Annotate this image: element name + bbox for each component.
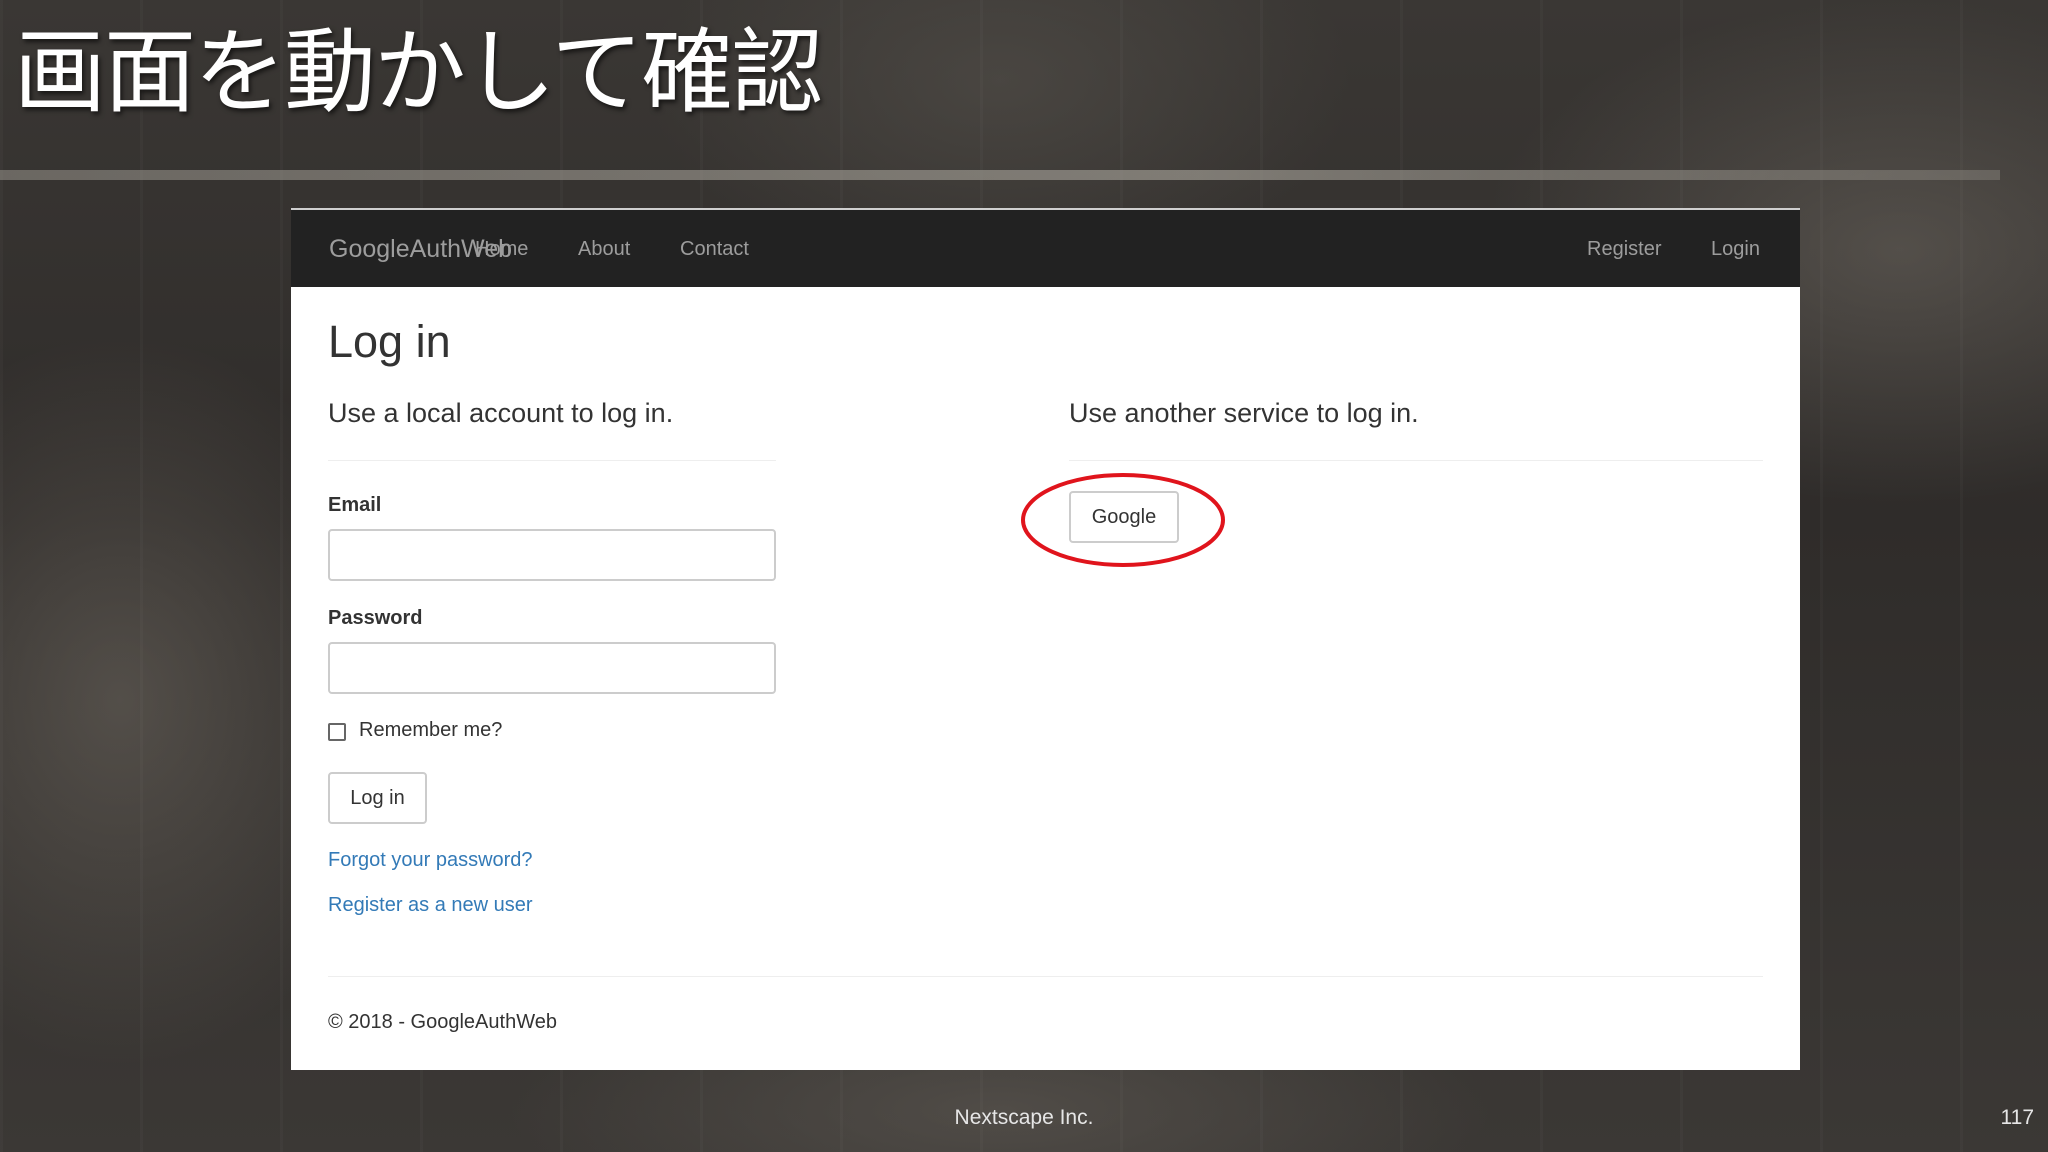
login-button[interactable]: Log in	[328, 772, 427, 824]
local-heading-divider	[328, 460, 776, 461]
browser-screenshot: GoogleAuthWeb Home About Contact Registe…	[291, 208, 1800, 1070]
page-title: Log in	[328, 316, 451, 367]
email-label: Email	[328, 494, 382, 516]
nav-link-register[interactable]: Register	[1587, 238, 1661, 261]
nav-link-contact[interactable]: Contact	[680, 238, 749, 261]
external-login-heading: Use another service to log in.	[1069, 398, 1419, 428]
page-footer: © 2018 - GoogleAuthWeb	[328, 1011, 557, 1033]
external-heading-divider	[1069, 460, 1763, 461]
remember-me-checkbox[interactable]	[328, 723, 346, 741]
local-login-heading: Use a local account to log in.	[328, 398, 674, 428]
register-new-user-link[interactable]: Register as a new user	[328, 894, 533, 917]
slide-footer-company: Nextscape Inc.	[954, 1106, 1094, 1129]
footer-divider	[328, 976, 1763, 977]
slide-title: 画面を動かして確認	[14, 19, 823, 126]
forgot-password-link[interactable]: Forgot your password?	[328, 849, 533, 872]
password-label: Password	[328, 607, 423, 629]
title-divider	[0, 170, 2000, 180]
email-field[interactable]	[328, 529, 776, 581]
slide-page-number: 117	[2000, 1106, 2034, 1129]
nav-link-login[interactable]: Login	[1711, 238, 1760, 261]
navbar: GoogleAuthWeb Home About Contact Registe…	[291, 208, 1800, 287]
password-field[interactable]	[328, 642, 776, 694]
nav-link-home[interactable]: Home	[475, 238, 528, 261]
remember-me-label[interactable]: Remember me?	[359, 719, 502, 742]
google-login-button[interactable]: Google	[1069, 491, 1179, 543]
nav-link-about[interactable]: About	[578, 238, 630, 261]
